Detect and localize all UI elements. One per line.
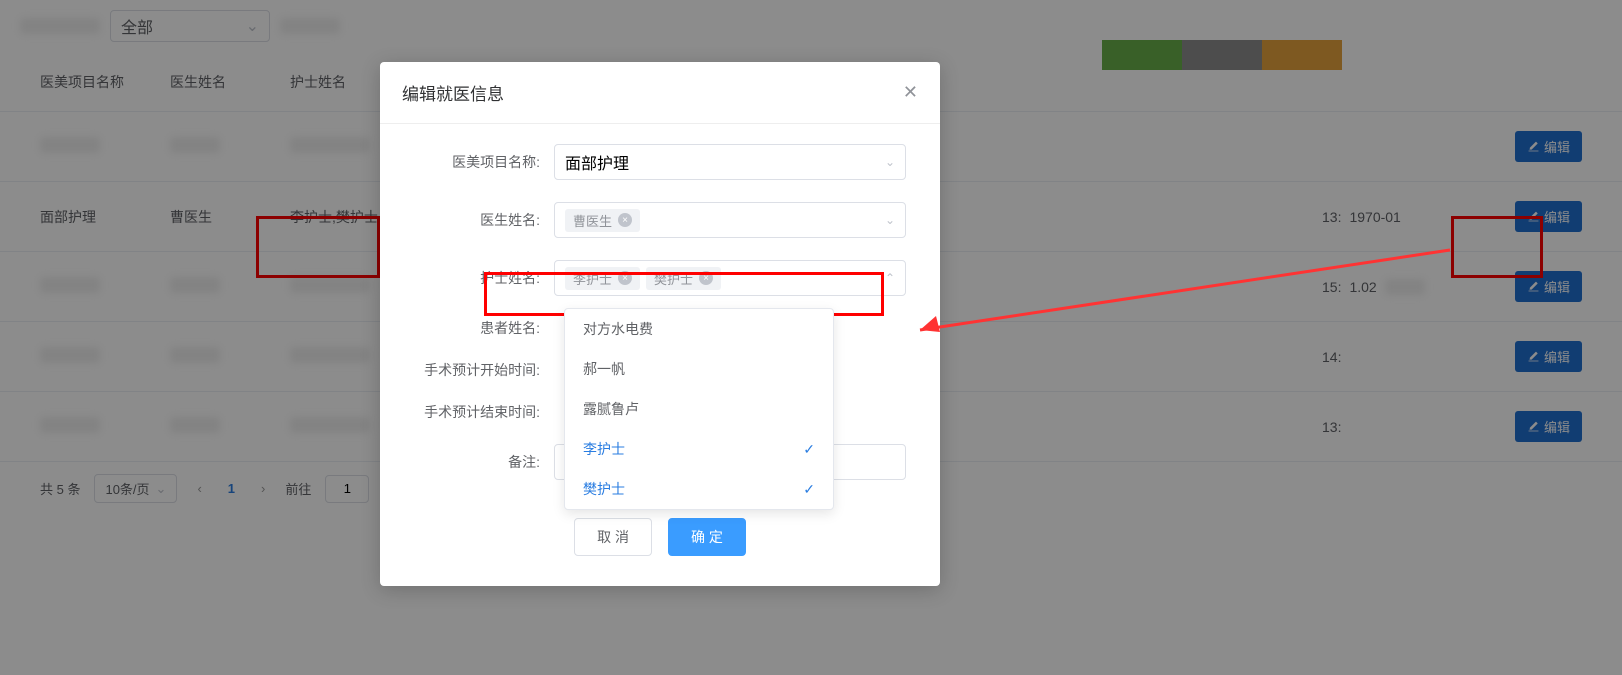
dropdown-item[interactable]: 李护士 ✓ [565, 429, 833, 469]
field-nurse: 护士姓名: 李护士 × 樊护士 × ⌃ [414, 260, 906, 296]
label-start: 手术预计开始时间: [414, 360, 554, 380]
chevron-down-icon: ⌄ [885, 213, 895, 227]
dropdown-item-text: 郝一帆 [583, 359, 625, 379]
ok-button-label: 确 定 [691, 529, 723, 545]
label-end: 手术预计结束时间: [414, 402, 554, 422]
label-remark: 备注: [414, 452, 554, 472]
dropdown-item[interactable]: 露腻鲁卢 [565, 389, 833, 429]
field-doctor: 医生姓名: 曹医生 × ⌄ [414, 202, 906, 238]
nurse-multiselect[interactable]: 李护士 × 樊护士 × ⌃ [554, 260, 906, 296]
dropdown-item-text: 李护士 [583, 439, 625, 459]
ok-button[interactable]: 确 定 [668, 518, 746, 556]
nurse-tag-text: 李护士 [573, 269, 612, 288]
nurse-tag-text: 樊护士 [654, 269, 693, 288]
dropdown-item-text: 露腻鲁卢 [583, 399, 639, 419]
doctor-tag: 曹医生 × [565, 209, 640, 232]
chevron-down-icon: ⌄ [885, 155, 895, 169]
label-patient: 患者姓名: [414, 318, 554, 338]
label-nurse: 护士姓名: [414, 268, 554, 288]
check-icon: ✓ [803, 481, 815, 498]
field-project: 医美项目名称: 面部护理 ⌄ [414, 144, 906, 180]
dropdown-item-text: 对方水电费 [583, 319, 653, 339]
nurse-tag: 李护士 × [565, 267, 640, 290]
modal-header: 编辑就医信息 ✕ [380, 62, 940, 124]
nurse-tag: 樊护士 × [646, 267, 721, 290]
nurse-dropdown[interactable]: 对方水电费 郝一帆 露腻鲁卢 李护士 ✓ 樊护士 ✓ [564, 308, 834, 510]
modal-title: 编辑就医信息 [402, 80, 504, 105]
project-select[interactable]: 面部护理 ⌄ [554, 144, 906, 180]
close-icon[interactable]: ✕ [903, 82, 918, 103]
cancel-button[interactable]: 取 消 [574, 518, 652, 556]
dropdown-item[interactable]: 樊护士 ✓ [565, 469, 833, 509]
dropdown-item-text: 樊护士 [583, 479, 625, 499]
label-project: 医美项目名称: [414, 152, 554, 172]
tag-remove-icon[interactable]: × [618, 213, 632, 227]
project-select-value: 面部护理 [565, 150, 629, 174]
dropdown-item[interactable]: 对方水电费 [565, 309, 833, 349]
check-icon: ✓ [803, 441, 815, 458]
doctor-tag-text: 曹医生 [573, 211, 612, 230]
cancel-button-label: 取 消 [597, 529, 629, 545]
dropdown-item[interactable]: 郝一帆 [565, 349, 833, 389]
label-doctor: 医生姓名: [414, 210, 554, 230]
chevron-up-icon: ⌃ [885, 271, 895, 285]
edit-modal: 编辑就医信息 ✕ 医美项目名称: 面部护理 ⌄ 医生姓名: 曹医生 × [380, 62, 940, 586]
doctor-multiselect[interactable]: 曹医生 × ⌄ [554, 202, 906, 238]
tag-remove-icon[interactable]: × [699, 271, 713, 285]
tag-remove-icon[interactable]: × [618, 271, 632, 285]
